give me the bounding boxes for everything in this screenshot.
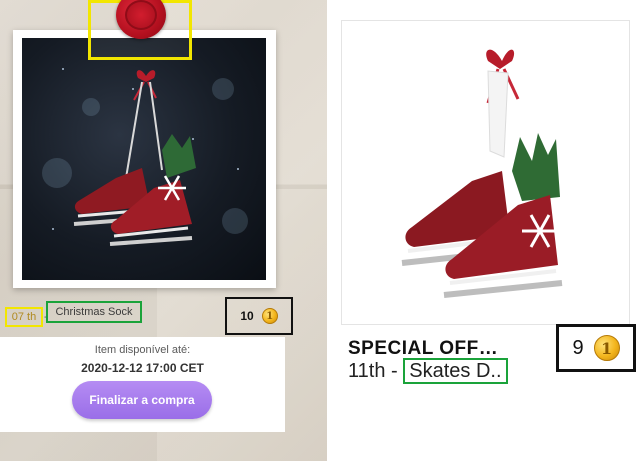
coin-icon: 1 [261,308,278,324]
coin-icon: 1 [593,335,620,361]
offer-product-image[interactable] [341,20,630,325]
availability-label: Item disponível até: [94,344,191,356]
offer-separator: - [391,360,398,382]
offer-price-box: 9 1 [556,324,636,372]
event-info-strip: 07 th - Christmas Sock 10 1 [0,297,300,337]
offer-price: 9 [572,336,584,359]
ice-skates-product-illustration [401,49,563,298]
event-price-box: 10 1 [225,297,293,335]
coin-label: 1 [600,338,613,358]
purchase-card: Item disponível até: 2020-12-12 17:00 CE… [0,337,285,432]
ice-skates-illustration [73,70,196,246]
seal-highlight-box [88,0,192,60]
event-name: Christmas Sock [46,301,142,323]
finalize-purchase-button[interactable]: Finalizar a compra [72,381,212,419]
offer-subtitle: 11th - Skates D.. [348,358,508,384]
event-price: 10 [240,309,254,323]
event-card-photo-frame[interactable] [13,30,276,288]
offer-name: Skates D.. [403,358,508,384]
availability-date: 2020-12-12 17:00 CET [81,361,204,375]
event-photo [22,38,266,280]
event-date: 07 th [5,307,43,327]
offer-date: 11th [348,360,386,382]
coin-label: 1 [266,310,274,322]
wax-seal-icon [116,0,166,39]
offer-title: SPECIAL OFF… [348,338,499,359]
